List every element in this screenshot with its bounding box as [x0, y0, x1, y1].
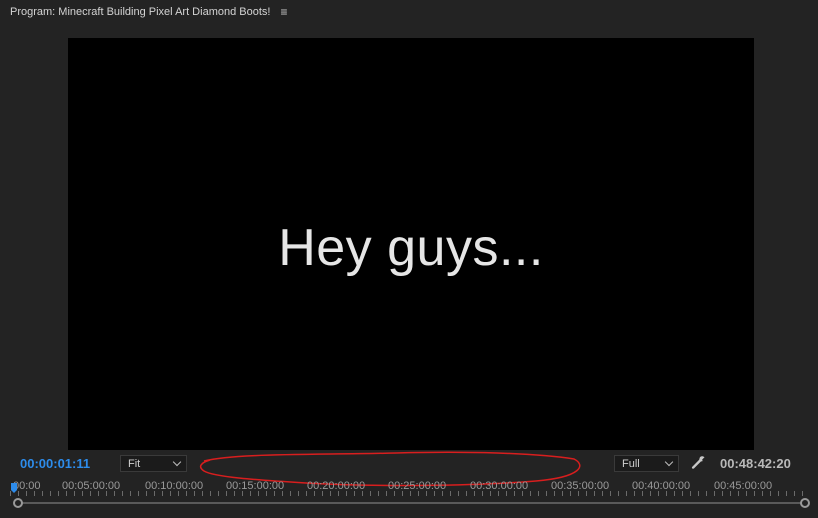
- playhead-handle: [11, 483, 17, 490]
- playhead[interactable]: [11, 478, 17, 493]
- zoom-handle-start[interactable]: [13, 498, 23, 508]
- playhead-pointer: [11, 490, 17, 493]
- panel-title[interactable]: Program: Minecraft Building Pixel Art Di…: [10, 6, 270, 18]
- panel-header: Program: Minecraft Building Pixel Art Di…: [0, 0, 818, 24]
- program-viewer[interactable]: Hey guys...: [68, 38, 754, 450]
- ruler-ticks: [10, 491, 810, 496]
- chevron-down-icon: [172, 457, 182, 467]
- wrench-icon[interactable]: [691, 455, 707, 471]
- panel-menu-icon[interactable]: ≡: [280, 6, 287, 18]
- chevron-down-icon: [664, 457, 674, 467]
- playback-resolution-value: Full: [622, 457, 640, 470]
- zoom-level-value: Fit: [128, 457, 141, 470]
- zoom-scrollbar-track: [19, 502, 804, 504]
- playback-resolution-select[interactable]: Full: [614, 455, 679, 472]
- duration-timecode: 00:48:42:20: [720, 456, 791, 471]
- current-timecode[interactable]: 00:00:01:11: [20, 456, 90, 471]
- video-caption-text: Hey guys...: [278, 218, 544, 277]
- timeline-zoom-scrollbar[interactable]: [13, 498, 810, 508]
- zoom-level-select[interactable]: Fit: [120, 455, 187, 472]
- time-ruler[interactable]: 00:00 00:05:00:00 00:10:00:00 00:15:00:0…: [10, 478, 810, 498]
- program-monitor-panel: Program: Minecraft Building Pixel Art Di…: [0, 0, 818, 518]
- zoom-handle-end[interactable]: [800, 498, 810, 508]
